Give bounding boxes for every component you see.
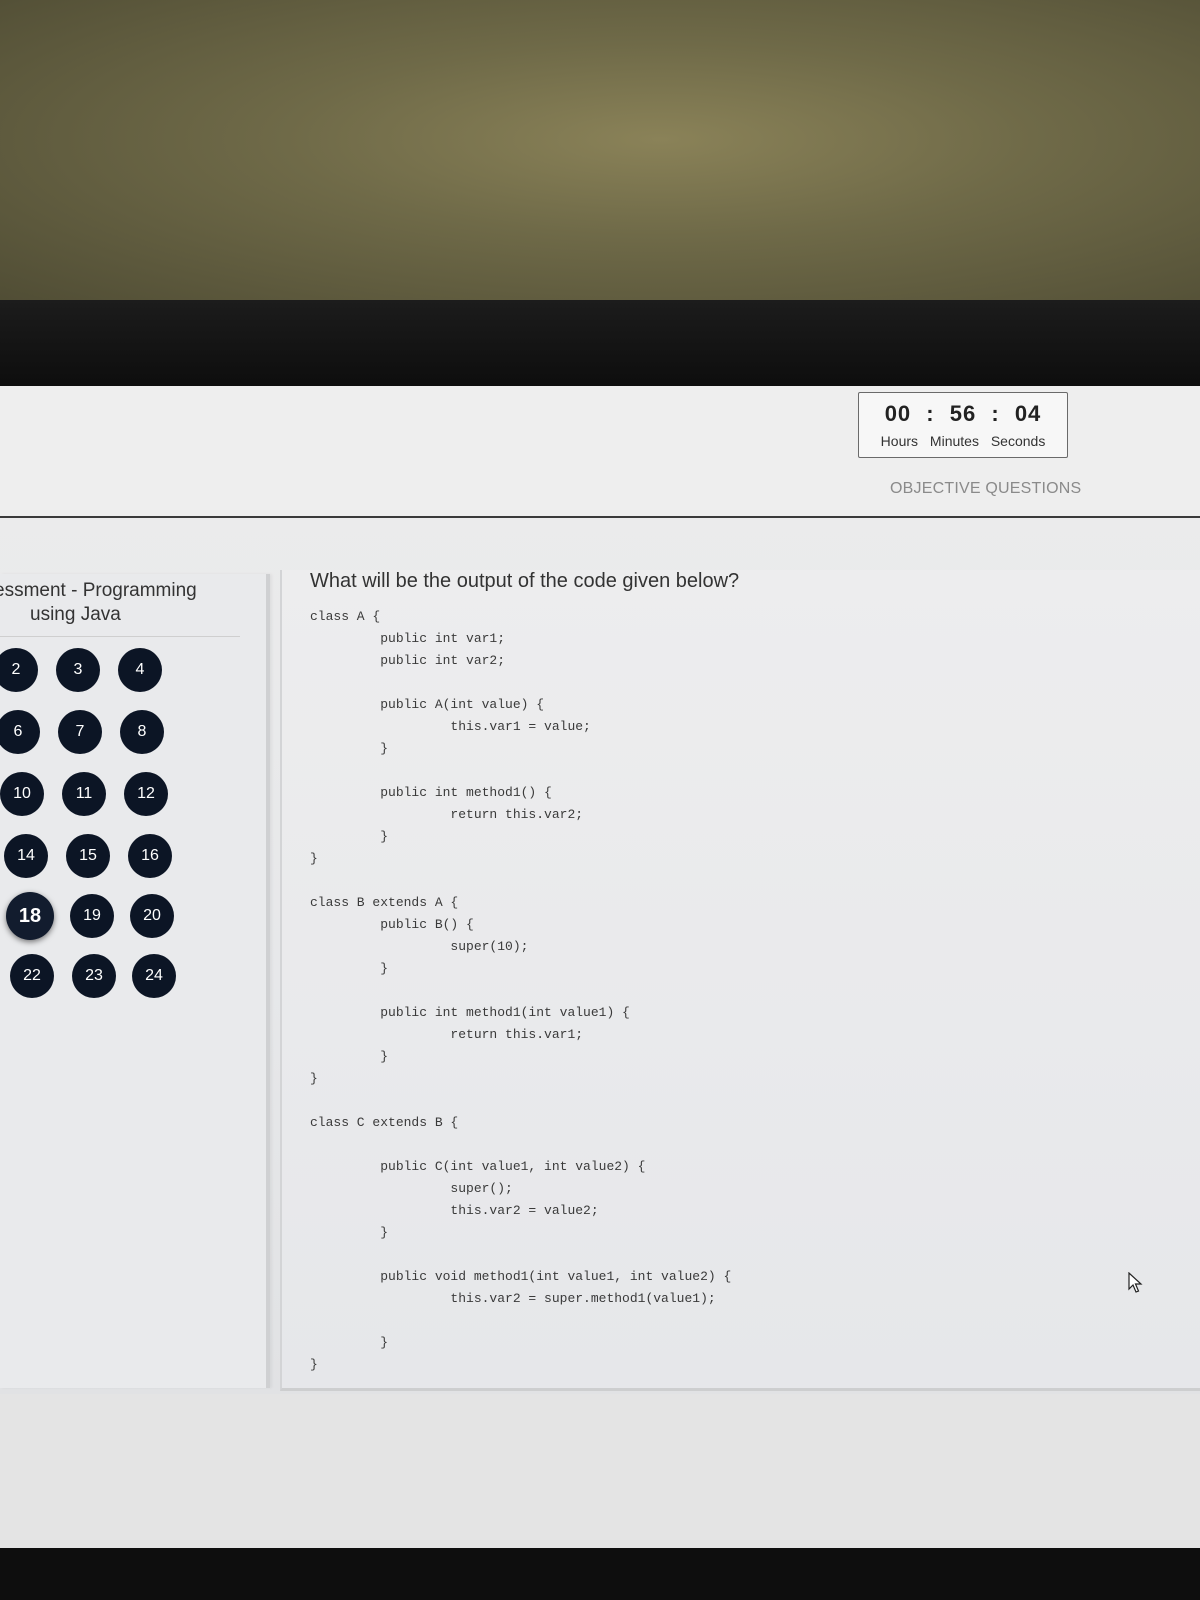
screen-bottom-area	[0, 1394, 1200, 1548]
background-wall	[0, 0, 1200, 310]
question-button[interactable]: 20	[130, 894, 174, 938]
question-button[interactable]: 3	[56, 648, 100, 692]
question-button[interactable]: 19	[70, 894, 114, 938]
question-button[interactable]: 15	[66, 834, 110, 878]
timer-minutes-label: Minutes	[929, 433, 979, 449]
timer-labels: Hours Minutes Seconds	[859, 433, 1067, 449]
question-button[interactable]: 7	[58, 710, 102, 754]
question-button[interactable]: 10	[0, 772, 44, 816]
question-button[interactable]: 16	[128, 834, 172, 878]
question-button[interactable]: 12	[124, 772, 168, 816]
question-navigator: essment - Programming using Java 2 3 4 6…	[0, 574, 270, 1388]
course-title-line1: essment - Programming	[0, 580, 197, 601]
question-button[interactable]: 6	[0, 710, 40, 754]
question-text: What will be the output of the code give…	[310, 570, 740, 592]
question-button[interactable]: 23	[72, 954, 116, 998]
mouse-pointer-icon	[1128, 1271, 1144, 1299]
sidebar-divider	[0, 636, 240, 637]
timer-separator: :	[991, 401, 1000, 426]
question-button[interactable]: 24	[132, 954, 176, 998]
timer-seconds-label: Seconds	[990, 433, 1046, 449]
question-button[interactable]: 4	[118, 648, 162, 692]
monitor-bezel-top	[0, 300, 1200, 388]
question-button[interactable]: 14	[4, 834, 48, 878]
timer-hours: 00	[884, 401, 912, 426]
question-button[interactable]: 8	[120, 710, 164, 754]
timer-values: 00 : 56 : 04	[859, 401, 1067, 427]
question-button[interactable]: 11	[62, 772, 106, 816]
header: 00 : 56 : 04 Hours Minutes Seconds OBJEC…	[0, 386, 1200, 518]
timer-seconds: 04	[1014, 401, 1042, 426]
screen: 00 : 56 : 04 Hours Minutes Seconds OBJEC…	[0, 386, 1200, 1548]
question-button[interactable]: 22	[10, 954, 54, 998]
timer-separator: :	[926, 401, 935, 426]
code-snippet: class A { public int var1; public int va…	[310, 609, 732, 1372]
question-button[interactable]: 2	[0, 648, 38, 692]
question-button-current[interactable]: 18	[6, 892, 54, 940]
countdown-timer: 00 : 56 : 04 Hours Minutes Seconds	[858, 392, 1068, 458]
section-label[interactable]: OBJECTIVE QUESTIONS	[890, 480, 1081, 498]
timer-hours-label: Hours	[880, 433, 919, 449]
question-panel: What will be the output of the code give…	[280, 570, 1200, 1391]
monitor-bezel-bottom	[0, 1548, 1200, 1600]
course-title-line2: using Java	[30, 604, 121, 625]
timer-minutes: 56	[949, 401, 977, 426]
